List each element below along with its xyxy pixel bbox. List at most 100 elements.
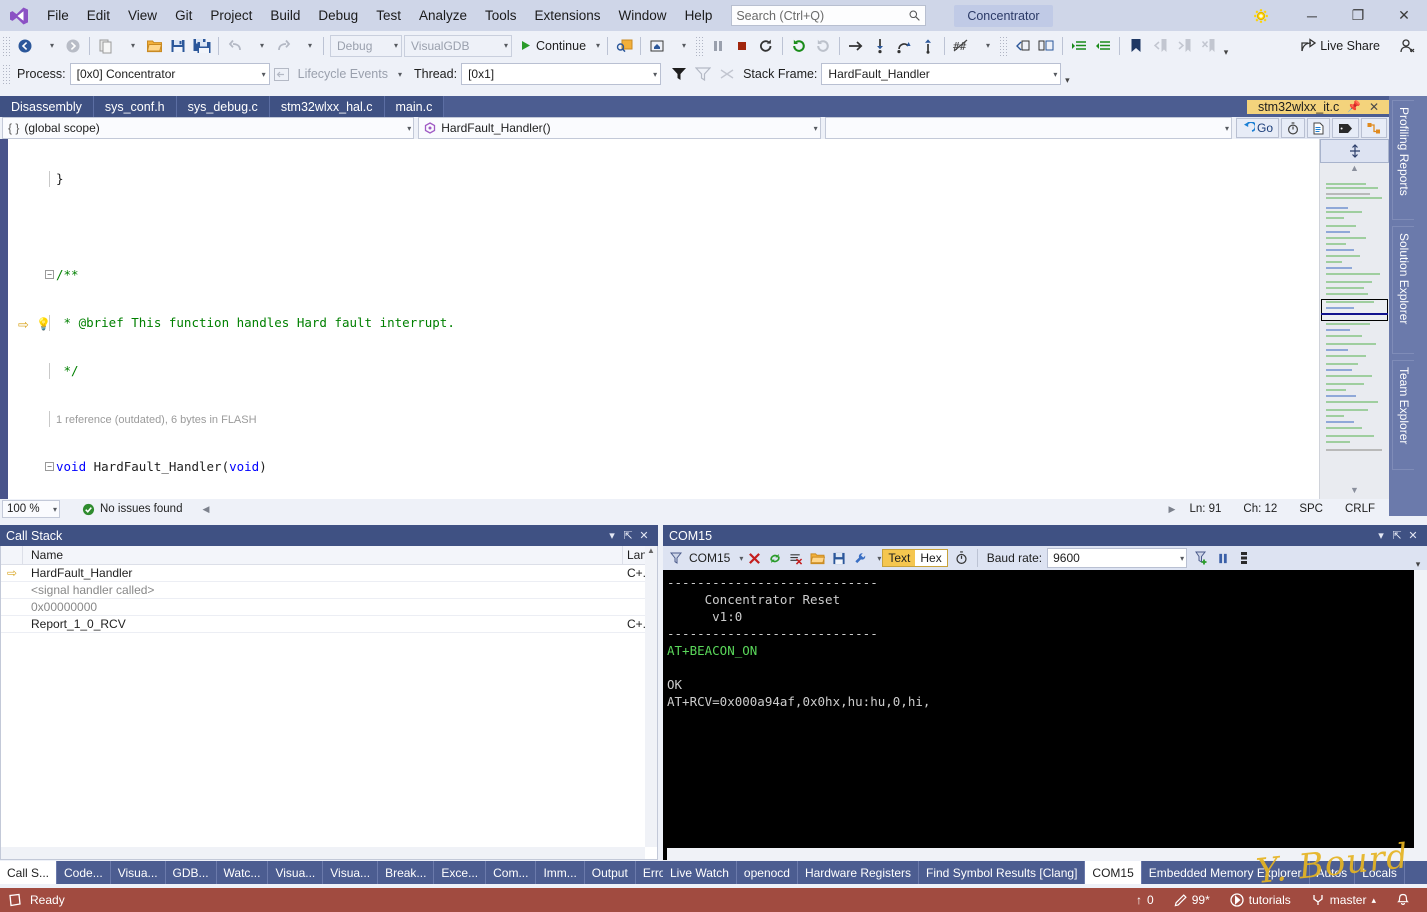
- call-stack-horizontal-scrollbar[interactable]: [1, 847, 645, 859]
- editor-minimap-scrollbar[interactable]: ▲ ▼: [1319, 139, 1389, 499]
- close-port-icon[interactable]: [744, 548, 764, 568]
- display-mode-toggle[interactable]: Text Hex: [882, 549, 948, 567]
- branch-indicator[interactable]: master ▴: [1304, 888, 1383, 912]
- bottom-tab-watch[interactable]: Watc...: [216, 861, 269, 884]
- column-header-name[interactable]: Name: [23, 546, 623, 564]
- continue-button[interactable]: Continue ▾: [516, 34, 603, 58]
- open-file-icon[interactable]: [142, 34, 166, 58]
- line-number-indicator[interactable]: Ln: 91: [1189, 503, 1221, 515]
- menu-project[interactable]: Project: [201, 0, 261, 31]
- chevron-down-icon[interactable]: ▾: [590, 41, 600, 50]
- comment-block-icon[interactable]: [1010, 34, 1034, 58]
- bottom-tab-visual-3[interactable]: Visua...: [323, 861, 379, 884]
- save-icon[interactable]: [166, 34, 190, 58]
- split-view-handle[interactable]: [1320, 139, 1389, 163]
- add-port-icon[interactable]: [1192, 548, 1212, 568]
- scroll-up-icon[interactable]: ▲: [645, 546, 657, 555]
- minimize-button[interactable]: ─: [1289, 0, 1335, 31]
- vtab-solution-explorer[interactable]: Solution Explorer: [1392, 226, 1414, 354]
- process-combo[interactable]: [0x0] Concentrator ▾: [69, 63, 270, 85]
- notification-gear-icon[interactable]: [1253, 8, 1289, 24]
- hex-display-icon[interactable]: ##: [949, 34, 973, 58]
- document-icon[interactable]: [1307, 118, 1330, 138]
- uncomment-block-icon[interactable]: [1034, 34, 1058, 58]
- menu-git[interactable]: Git: [166, 0, 201, 31]
- menu-build[interactable]: Build: [261, 0, 309, 31]
- project-name-badge[interactable]: Concentrator: [954, 4, 1053, 27]
- menu-test[interactable]: Test: [367, 0, 410, 31]
- terminal-vertical-scrollbar[interactable]: [1414, 570, 1427, 860]
- menu-file[interactable]: File: [38, 0, 78, 31]
- doc-tab-stm32wlxx-it-c[interactable]: stm32wlxx_it.c 📌 ✕: [1246, 99, 1391, 114]
- scroll-down-icon[interactable]: ▼: [1320, 485, 1389, 495]
- stopwatch-icon[interactable]: [1281, 118, 1305, 138]
- new-project-dropdown-icon[interactable]: ▾: [118, 34, 142, 58]
- serial-terminal-output[interactable]: ---------------------------- Concentrato…: [663, 570, 1427, 860]
- notifications-bell-icon[interactable]: [1389, 888, 1417, 912]
- close-panel-icon[interactable]: ✕: [1405, 529, 1421, 542]
- bottom-tab-find-symbol-results[interactable]: Find Symbol Results [Clang]: [919, 861, 1086, 884]
- com-toolbar-overflow-icon[interactable]: ▾: [1412, 546, 1424, 570]
- global-search-input[interactable]: Search (Ctrl+Q): [731, 5, 927, 26]
- save-icon[interactable]: [829, 548, 849, 568]
- com-port-dropdown-icon[interactable]: ▾: [733, 554, 743, 563]
- navigate-back-dropdown-icon[interactable]: ▾: [37, 34, 61, 58]
- table-row[interactable]: ⇨ HardFault_Handler C+...: [1, 565, 657, 582]
- codelens-reference-info[interactable]: 1 reference (outdated), 6 bytes in FLASH: [49, 411, 1319, 427]
- branch-dropdown-icon[interactable]: ▴: [1371, 895, 1376, 906]
- undo-dropdown-icon[interactable]: ▾: [247, 34, 271, 58]
- panel-menu-icon[interactable]: ▾: [604, 529, 620, 542]
- bottom-tab-hardware-registers[interactable]: Hardware Registers: [797, 861, 920, 884]
- settings-wrench-icon[interactable]: [850, 548, 870, 568]
- menu-window[interactable]: Window: [610, 0, 676, 31]
- pin-panel-icon[interactable]: ⇱: [1389, 529, 1405, 542]
- menu-view[interactable]: View: [119, 0, 166, 31]
- filter-threads-icon[interactable]: [667, 62, 691, 86]
- member-combo[interactable]: HardFault_Handler() ▾: [418, 117, 821, 139]
- stack-frame-combo[interactable]: HardFault_Handler ▾: [821, 63, 1062, 85]
- code-text-area[interactable]: } −/** * @brief This function handles Ha…: [45, 139, 1319, 499]
- third-combo[interactable]: ▾: [824, 117, 1232, 139]
- mode-hex-button[interactable]: Hex: [915, 550, 947, 566]
- toolbar-grip-4[interactable]: [2, 64, 11, 84]
- refresh-icon[interactable]: [787, 34, 811, 58]
- pin-panel-icon[interactable]: ⇱: [620, 529, 636, 542]
- column-header-marker[interactable]: [1, 546, 23, 564]
- bottom-tab-live-watch[interactable]: Live Watch: [663, 861, 737, 884]
- timestamp-icon[interactable]: [952, 548, 972, 568]
- toolbar-grip-2[interactable]: [695, 35, 705, 56]
- close-panel-icon[interactable]: ✕: [636, 529, 652, 542]
- navigate-back-icon[interactable]: [13, 34, 37, 58]
- bottom-tab-openocd[interactable]: openocd: [736, 861, 798, 884]
- bottom-tab-visual-2[interactable]: Visua...: [268, 861, 324, 884]
- redo-dropdown-icon[interactable]: ▾: [295, 34, 319, 58]
- bottom-tab-command[interactable]: Com...: [486, 861, 537, 884]
- clear-output-icon[interactable]: [786, 548, 806, 568]
- outgoing-commits-indicator[interactable]: ↑ 0: [1129, 888, 1161, 912]
- minimap-body[interactable]: ▲ ▼: [1320, 163, 1389, 499]
- show-next-statement-icon[interactable]: [645, 34, 669, 58]
- issues-indicator[interactable]: No issues found: [82, 503, 182, 516]
- show-next-statement-dropdown-icon[interactable]: ▾: [669, 34, 693, 58]
- settings-dropdown-icon[interactable]: ▾: [871, 554, 881, 563]
- pending-changes-indicator[interactable]: 99*: [1167, 888, 1217, 912]
- line-ending-indicator[interactable]: CRLF: [1345, 503, 1375, 515]
- pause-icon[interactable]: [1213, 548, 1233, 568]
- lifecycle-dropdown-icon[interactable]: ▾: [392, 70, 410, 79]
- byte-view-icon[interactable]: [1234, 548, 1254, 568]
- table-row[interactable]: <signal handler called>: [1, 582, 657, 599]
- bottom-tab-visual-1[interactable]: Visua...: [110, 861, 166, 884]
- menu-debug[interactable]: Debug: [309, 0, 367, 31]
- bottom-tab-gdb[interactable]: GDB...: [165, 861, 217, 884]
- solution-configuration-combo[interactable]: Debug ▾: [330, 34, 402, 57]
- bottom-tab-immediate[interactable]: Imm...: [536, 861, 585, 884]
- fold-toggle-icon[interactable]: −: [45, 462, 54, 471]
- baud-rate-combo[interactable]: 9600 ▾: [1047, 548, 1188, 568]
- toolbar-overflow-icon[interactable]: ▾: [1220, 34, 1232, 58]
- doc-tab-disassembly[interactable]: Disassembly: [0, 96, 94, 117]
- thread-combo[interactable]: [0x1] ▾: [461, 63, 662, 85]
- close-tab-icon[interactable]: ✕: [1369, 100, 1379, 114]
- add-account-icon[interactable]: [1395, 34, 1419, 58]
- vtab-team-explorer[interactable]: Team Explorer: [1392, 360, 1414, 470]
- tag-icon[interactable]: [1332, 118, 1359, 138]
